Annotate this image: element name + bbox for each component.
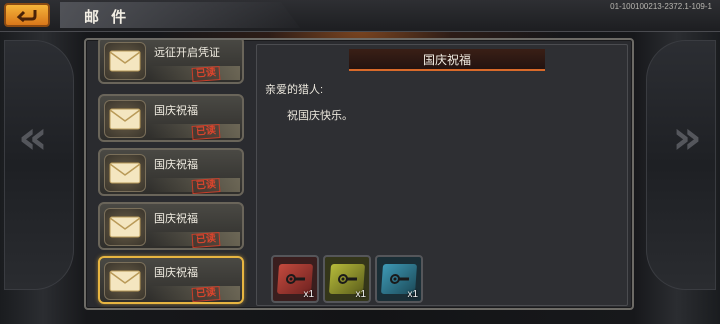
- envelope-icon: [104, 262, 146, 300]
- envelope-icon: [104, 208, 146, 246]
- list-item[interactable]: 国庆祝福 已读: [98, 94, 244, 142]
- attachment-item[interactable]: x1: [375, 255, 423, 303]
- list-item[interactable]: 国庆祝福 已读: [98, 148, 244, 196]
- chevron-right-icon: »: [672, 110, 702, 164]
- attachment-item[interactable]: x1: [323, 255, 371, 303]
- mail-title: 国庆祝福: [154, 159, 198, 171]
- read-stamp: 已读: [191, 178, 221, 194]
- mail-title: 国庆祝福: [154, 267, 198, 279]
- read-stamp: 已读: [191, 232, 221, 248]
- attachment-quantity: x1: [355, 289, 366, 300]
- version-code: 01-100100213-2372.1-109-1: [610, 2, 712, 11]
- attachment-quantity: x1: [303, 289, 314, 300]
- read-stamp: 已读: [191, 66, 221, 82]
- mail-body: 祝国庆快乐。: [287, 110, 353, 122]
- read-stamp: 已读: [191, 124, 221, 140]
- detail-title: 国庆祝福: [422, 52, 471, 67]
- list-item[interactable]: 国庆祝福 已读: [98, 202, 244, 250]
- top-bar: 邮 件 01-100100213-2372.1-109-1: [0, 0, 720, 32]
- attachment-quantity: x1: [407, 289, 418, 300]
- list-item-selected[interactable]: 国庆祝福 已读: [98, 256, 244, 304]
- mail-detail-panel: 国庆祝福 亲爱的猎人: 祝国庆快乐。 x1 x1 x1: [256, 44, 628, 306]
- envelope-icon: [104, 154, 146, 192]
- list-item[interactable]: 远征开启凭证 已读: [98, 40, 244, 84]
- mail-greeting: 亲爱的猎人:: [265, 84, 324, 96]
- left-wall-panel: [4, 40, 74, 290]
- mail-title: 国庆祝福: [154, 213, 198, 225]
- back-button[interactable]: [4, 3, 50, 27]
- envelope-icon: [104, 100, 146, 138]
- mail-list[interactable]: 远征开启凭证 已读 国庆祝福 已读 国庆祝福 已读 国庆祝福 已读 国庆祝福 已…: [92, 40, 252, 308]
- chevron-left-icon: «: [18, 110, 48, 164]
- envelope-icon: [104, 42, 146, 80]
- page-title: 邮 件: [84, 9, 131, 26]
- right-wall-panel: [646, 40, 716, 290]
- read-stamp: 已读: [191, 286, 221, 302]
- detail-header: 国庆祝福: [349, 49, 545, 71]
- mail-title: 国庆祝福: [154, 105, 198, 117]
- mail-title: 远征开启凭证: [154, 47, 220, 59]
- return-arrow-icon: [15, 7, 39, 23]
- attachment-item[interactable]: x1: [271, 255, 319, 303]
